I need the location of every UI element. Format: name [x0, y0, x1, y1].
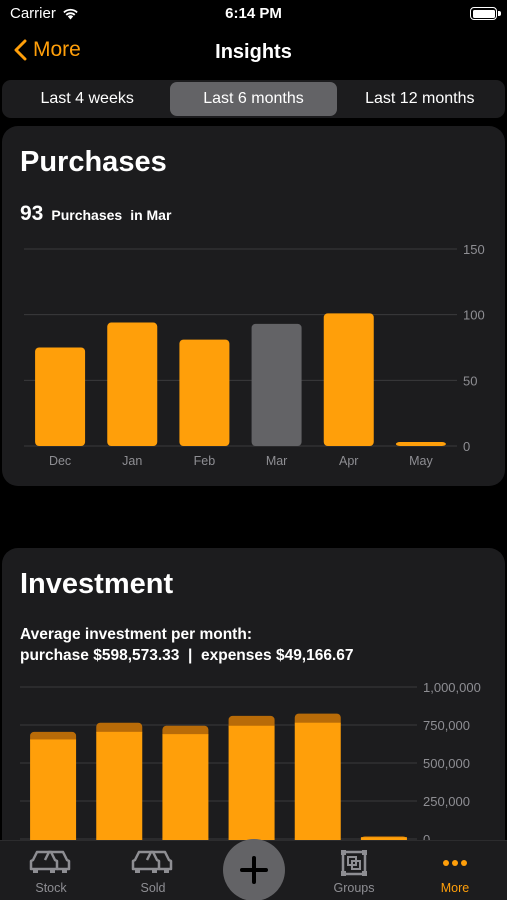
- x-tick-label: Feb: [194, 454, 216, 468]
- bar: [35, 347, 86, 446]
- purchases-bar-chart[interactable]: 0 50 100 150 Dec Jan Feb Mar Apr May: [2, 126, 505, 486]
- page-title: Insights: [215, 41, 292, 63]
- tab-groups[interactable]: Groups: [314, 845, 394, 895]
- y-tick-label: 100: [463, 308, 485, 323]
- purchases-card: Purchases 93 Purchases in Mar 0 50 100 150 D…: [2, 126, 505, 486]
- x-tick-label: Jan: [122, 454, 142, 468]
- bar: [179, 339, 230, 446]
- y-tick-label: 50: [463, 373, 477, 388]
- x-tick-label: May: [409, 454, 433, 468]
- battery-tip: [498, 11, 501, 16]
- cars-icon: [131, 850, 173, 873]
- bar: [251, 323, 302, 446]
- status-time: 6:14 PM: [225, 5, 282, 22]
- y-tick-label: 750,000: [423, 718, 470, 733]
- segment-last-4-weeks[interactable]: Last 4 weeks: [4, 82, 170, 116]
- x-tick-label: Dec: [49, 454, 71, 468]
- tab-more[interactable]: More: [415, 845, 495, 895]
- tab-more-label: More: [440, 881, 470, 895]
- more-dots-icon: [443, 860, 467, 866]
- y-tick-label: 500,000: [423, 756, 470, 771]
- investment-card: Investment Average investment per month:…: [2, 548, 505, 878]
- battery-icon: [470, 7, 497, 20]
- tab-sold[interactable]: Sold: [113, 845, 193, 895]
- bar: [323, 313, 374, 446]
- bar-purchase: [294, 722, 341, 847]
- bar-purchase: [228, 725, 275, 847]
- nav-bar: More Insights: [0, 32, 507, 74]
- y-tick-label: 250,000: [423, 794, 470, 809]
- tab-stock-label: Stock: [35, 881, 67, 895]
- status-bar: Carrier 6:14 PM: [0, 0, 507, 30]
- y-tick-label: 1,000,000: [423, 680, 481, 695]
- plus-icon: [240, 856, 268, 884]
- y-tick-label: 0: [463, 439, 470, 454]
- bar-purchase: [30, 739, 77, 847]
- add-button[interactable]: [223, 839, 285, 900]
- tab-groups-label: Groups: [333, 881, 375, 895]
- tab-bar: Stock Sold Groups More: [0, 839, 507, 900]
- bar: [395, 442, 446, 446]
- segment-last-6-months[interactable]: Last 6 months: [170, 82, 337, 116]
- tab-sold-label: Sold: [140, 881, 166, 895]
- cars-icon: [29, 850, 71, 873]
- period-segmented-control: Last 4 weeks Last 6 months Last 12 month…: [2, 80, 505, 118]
- bar: [107, 322, 158, 446]
- investment-bar-chart[interactable]: 0250,000500,000750,0001,000,000: [2, 548, 505, 878]
- tab-stock[interactable]: Stock: [11, 845, 91, 895]
- groups-icon: [341, 850, 367, 876]
- x-tick-label: Mar: [266, 454, 288, 468]
- segment-last-12-months[interactable]: Last 12 months: [337, 82, 503, 116]
- bar-purchase: [96, 731, 143, 847]
- x-tick-label: Apr: [339, 454, 358, 468]
- y-tick-label: 150: [463, 242, 485, 257]
- bar-purchase: [162, 734, 209, 847]
